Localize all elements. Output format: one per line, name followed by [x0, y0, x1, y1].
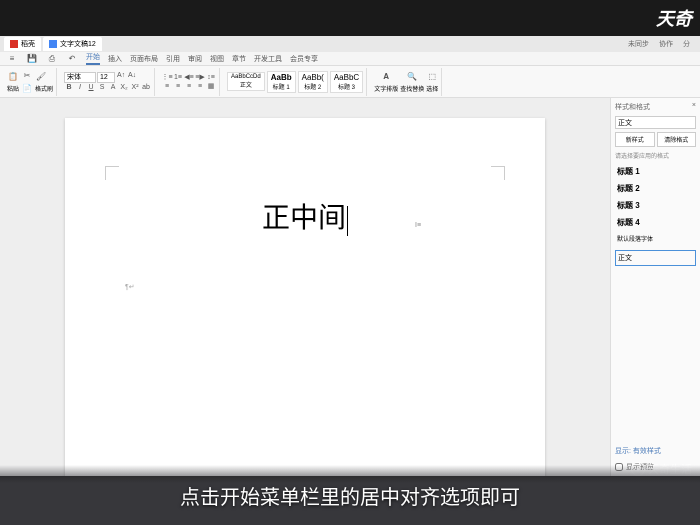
- font-family-select[interactable]: [64, 72, 96, 83]
- paragraph-mark-icon: ¶↵: [125, 283, 135, 291]
- undo-icon[interactable]: ↶: [66, 53, 78, 65]
- highlight-button[interactable]: ab: [141, 84, 151, 92]
- style-normal[interactable]: AaBbCcDd 正文: [227, 72, 265, 91]
- copy-icon[interactable]: 📄: [21, 82, 33, 94]
- new-style-button[interactable]: 新样式: [615, 132, 655, 147]
- subtitle-text: 点击开始菜单栏里的居中对齐选项即可: [180, 481, 520, 510]
- docer-icon: [10, 40, 18, 48]
- menu-references[interactable]: 引用: [166, 54, 180, 64]
- subtitle-overlay: 点击开始菜单栏里的居中对齐选项即可: [0, 465, 700, 525]
- style-item-h4[interactable]: 标题 4: [615, 214, 696, 231]
- align-right-icon[interactable]: ≡: [184, 82, 194, 90]
- styles-panel: 样式和格式 × 新样式 清除格式 请选择要应用的格式 标题 1 标题 2 标题 …: [610, 98, 700, 476]
- superscript-button[interactable]: X²: [130, 84, 140, 92]
- text-cursor: [347, 206, 348, 236]
- menu-view[interactable]: 视图: [210, 54, 224, 64]
- word-icon: [49, 40, 57, 48]
- sync-status[interactable]: 未同步: [628, 39, 649, 49]
- strike-button[interactable]: S: [97, 84, 107, 92]
- font-color-button[interactable]: A: [108, 84, 118, 92]
- ribbon-toolbar: 📋 粘贴 ✂ 📄 🖌 格式刷 A↑ A↓ B: [0, 66, 700, 98]
- menu-member[interactable]: 会员专享: [290, 54, 318, 64]
- format-brush-icon[interactable]: 🖌: [35, 71, 47, 83]
- italic-button[interactable]: I: [75, 84, 85, 92]
- document-viewport[interactable]: 正中间 ¶↵ I≡: [0, 98, 610, 476]
- editing-group: 𝐀 文字排版 🔍 查找替换 ⬚ 选择: [371, 68, 442, 96]
- margin-corner-tl: [105, 166, 119, 180]
- style-item-body[interactable]: 正文: [615, 250, 696, 266]
- collab-button[interactable]: 协作: [659, 39, 673, 49]
- decrease-font-icon[interactable]: A↓: [127, 72, 137, 80]
- cut-icon[interactable]: ✂: [21, 69, 33, 81]
- numbering-icon[interactable]: 1≡: [173, 73, 183, 81]
- margin-corner-tr: [491, 166, 505, 180]
- style-item-h2[interactable]: 标题 2: [615, 180, 696, 197]
- panel-hint: 请选择要应用的格式: [615, 151, 696, 160]
- indent-dec-icon[interactable]: ◀≡: [184, 73, 194, 81]
- page[interactable]: 正中间 ¶↵: [65, 118, 545, 476]
- wps-window: 稻壳 文字文稿12 未同步 协作 分 ≡ 💾 ⎙ ↶ 开始 插入 页面布局 引用…: [0, 36, 700, 476]
- bold-button[interactable]: B: [64, 84, 74, 92]
- font-size-select[interactable]: [97, 72, 115, 83]
- video-top-bar: 天奇: [0, 0, 700, 36]
- style-heading3[interactable]: AaBbC 标题 3: [330, 71, 363, 93]
- increase-font-icon[interactable]: A↑: [116, 72, 126, 80]
- paragraph-group: ⋮≡ 1≡ ◀≡ ≡▶ ↕≡ ≡ ≡ ≡ ≡ ▦: [159, 68, 220, 96]
- tab-document[interactable]: 文字文稿12: [43, 37, 102, 51]
- menu-layout[interactable]: 页面布局: [130, 54, 158, 64]
- clipboard-group: 📋 粘贴 ✂ 📄 🖌 格式刷: [4, 68, 57, 96]
- text-layout-icon[interactable]: 𝐀: [380, 71, 392, 83]
- line-spacing-icon[interactable]: ↕≡: [206, 73, 216, 81]
- underline-button[interactable]: U: [86, 84, 96, 92]
- select-icon[interactable]: ⬚: [426, 71, 438, 83]
- content-area: 正中间 ¶↵ I≡ 样式和格式 × 新样式 清除格式 请选择要应用的格式 标题 …: [0, 98, 700, 476]
- style-item-default[interactable]: 默认段落字体: [615, 231, 696, 246]
- bullets-icon[interactable]: ⋮≡: [162, 73, 172, 81]
- align-center-icon[interactable]: ≡: [173, 82, 183, 90]
- indent-inc-icon[interactable]: ≡▶: [195, 73, 205, 81]
- save-icon[interactable]: 💾: [26, 53, 38, 65]
- subscript-button[interactable]: X₂: [119, 84, 129, 92]
- menu-insert[interactable]: 插入: [108, 54, 122, 64]
- tab-docer[interactable]: 稻壳: [4, 37, 41, 51]
- clear-format-button[interactable]: 清除格式: [657, 132, 697, 147]
- font-group: A↑ A↓ B I U S A X₂ X² ab: [61, 68, 155, 96]
- brand-text: 天奇: [656, 5, 692, 31]
- current-style-field[interactable]: [615, 116, 696, 129]
- show-filter-link[interactable]: 显示: 有效样式: [615, 446, 697, 456]
- menu-devtools[interactable]: 开发工具: [254, 54, 282, 64]
- menu-review[interactable]: 审阅: [188, 54, 202, 64]
- ribbon-menu: ≡ 💾 ⎙ ↶ 开始 插入 页面布局 引用 审阅 视图 章节 开发工具 会员专享: [0, 52, 700, 66]
- align-justify-icon[interactable]: ≡: [195, 82, 205, 90]
- style-heading2[interactable]: AaBb( 标题 2: [298, 71, 328, 93]
- panel-title: 样式和格式: [615, 102, 650, 112]
- style-item-h1[interactable]: 标题 1: [615, 163, 696, 180]
- menu-icon[interactable]: ≡: [6, 53, 18, 65]
- shading-icon[interactable]: ▦: [206, 82, 216, 90]
- menu-start[interactable]: 开始: [86, 52, 100, 65]
- document-tab-bar: 稻壳 文字文稿12 未同步 协作 分: [0, 36, 700, 52]
- panel-close-icon[interactable]: ×: [692, 102, 696, 112]
- tab-bar-actions: 未同步 协作 分: [628, 39, 696, 49]
- style-heading1[interactable]: AaBb 标题 1: [267, 71, 296, 93]
- menu-section[interactable]: 章节: [232, 54, 246, 64]
- style-item-h3[interactable]: 标题 3: [615, 197, 696, 214]
- find-replace-icon[interactable]: 🔍: [406, 71, 418, 83]
- print-icon[interactable]: ⎙: [46, 53, 58, 65]
- ibeam-cursor-icon: I≡: [415, 222, 421, 229]
- paste-icon[interactable]: 📋: [7, 71, 19, 83]
- share-button[interactable]: 分: [683, 39, 690, 49]
- align-left-icon[interactable]: ≡: [162, 82, 172, 90]
- document-text[interactable]: 正中间: [115, 196, 495, 236]
- style-gallery: AaBbCcDd 正文 AaBb 标题 1 AaBb( 标题 2 AaBbC 标…: [224, 68, 367, 96]
